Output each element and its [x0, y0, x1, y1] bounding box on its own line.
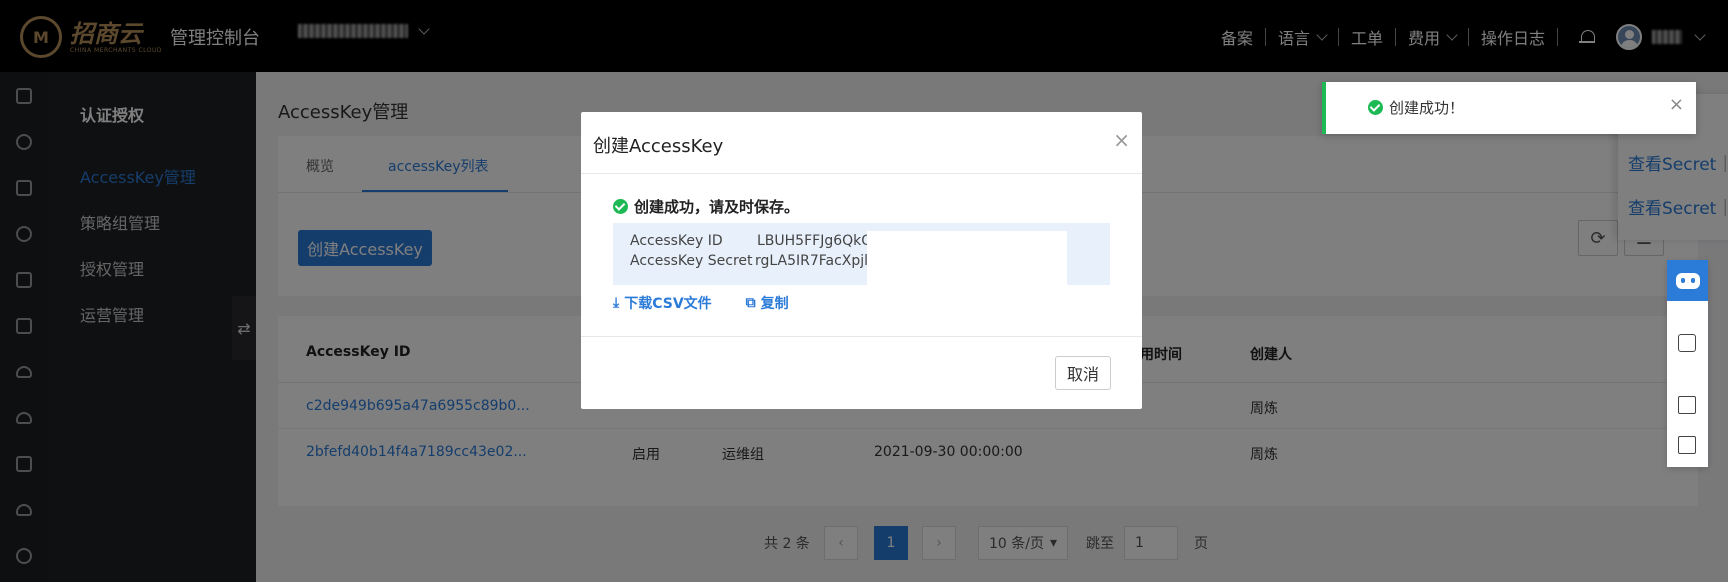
accesskey-secret-label: AccessKey Secret: [630, 253, 753, 269]
dialog-title: 创建AccessKey: [593, 136, 724, 157]
copy-link[interactable]: ⧉ 复制: [746, 293, 789, 313]
check-circle-icon: [1368, 100, 1383, 115]
assistant-button[interactable]: [1667, 260, 1708, 301]
download-icon: ⤓: [613, 295, 620, 311]
accesskey-id-label: AccessKey ID: [630, 233, 723, 249]
success-message: 创建成功，请及时保存。: [613, 196, 799, 217]
copy-icon: ⧉: [745, 295, 756, 311]
chat-icon[interactable]: [1678, 334, 1696, 352]
accesskey-id-value[interactable]: LBUH5FFJg6QkQ: [757, 233, 872, 249]
redaction-mask: [867, 231, 1067, 285]
document-search-icon[interactable]: [1678, 396, 1696, 414]
create-accesskey-dialog: 创建AccessKey × 创建成功，请及时保存。 AccessKey ID L…: [581, 112, 1142, 409]
divider: [581, 336, 1142, 337]
success-toast: 创建成功！ ×: [1322, 82, 1696, 134]
toast-message: 创建成功！: [1389, 99, 1465, 117]
key-details-box: AccessKey ID LBUH5FFJg6QkQ AccessKey Sec…: [613, 223, 1110, 285]
robot-icon: [1675, 272, 1700, 289]
close-icon[interactable]: ×: [1113, 128, 1130, 152]
divider: [581, 173, 1142, 174]
edit-document-icon[interactable]: [1678, 436, 1696, 454]
dialog-actions: ⤓ 下载CSV文件 ⧉ 复制: [613, 293, 789, 313]
check-circle-icon: [613, 199, 628, 214]
download-csv-link[interactable]: ⤓ 下载CSV文件: [613, 293, 712, 313]
close-icon[interactable]: ×: [1669, 94, 1684, 115]
floating-toolbar: [1667, 260, 1708, 467]
accesskey-secret-value[interactable]: rgLA5IR7FacXpjl: [755, 253, 868, 269]
cancel-button[interactable]: 取消: [1055, 356, 1111, 390]
